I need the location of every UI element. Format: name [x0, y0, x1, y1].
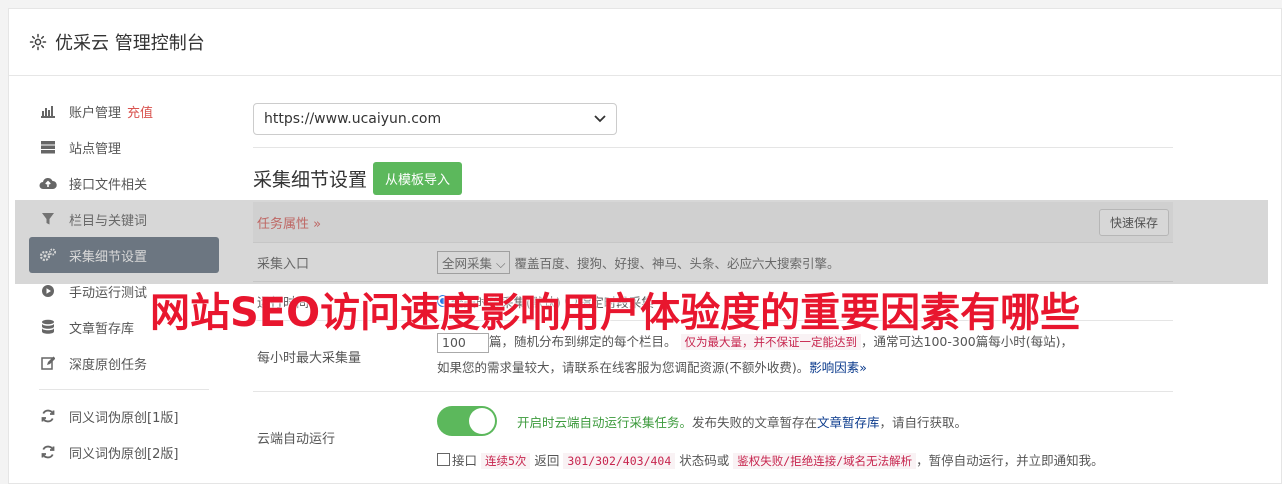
gears-icon	[39, 246, 57, 264]
sidebar-item-synonym-v1[interactable]: 同义词伪原创[1版]	[29, 398, 219, 434]
sidebar-item-label: 文章暂存库	[69, 321, 135, 337]
entry-description: 覆盖百度、搜狗、好搜、神马、头条、必应六大搜索引擎。	[514, 255, 840, 271]
section-title: 采集细节设置	[253, 168, 368, 191]
sidebar-item-label: 站点管理	[69, 141, 122, 157]
cloud-auto-toggle[interactable]	[437, 406, 497, 436]
code-errors: 鉴权失败/拒绝连接/域名无法解析	[733, 453, 917, 469]
max-line-2: 如果您的需求量较大，请联系在线客服为您调配资源(不额外收费)。影响因素»	[437, 355, 1173, 381]
chevron-down-double-icon: »	[859, 360, 867, 375]
cloud-c1: 接口	[452, 453, 478, 468]
console-frame: 优采云 管理控制台 账户管理 充值 站点管理 接口文件相关 栏目与关键词 采集细…	[8, 8, 1282, 484]
sidebar-item-label: 账户管理	[69, 105, 122, 121]
code-status: 301/302/403/404	[563, 453, 676, 469]
quick-save-button[interactable]: 快速保存	[1098, 208, 1169, 236]
import-template-button[interactable]: 从模板导入	[373, 161, 463, 195]
sidebar-item-label: 同义词伪原创[1版]	[69, 410, 179, 426]
sidebar-item-columns[interactable]: 栏目与关键词	[29, 201, 219, 237]
refresh-icon	[39, 407, 57, 425]
article-store-link[interactable]: 文章暂存库	[817, 412, 880, 431]
sidebar-item-deep-original[interactable]: 深度原创任务	[29, 345, 219, 381]
row-label: 采集入口	[257, 256, 310, 272]
sidebar-item-label: 接口文件相关	[69, 177, 148, 193]
factors-link[interactable]: 影响因素	[809, 360, 859, 375]
bar-chart-icon	[39, 102, 57, 120]
chevron-down-icon	[594, 111, 606, 127]
task-attributes-toggle[interactable]: 任务属性 »	[257, 213, 321, 232]
entry-select-value: 全网采集	[442, 255, 493, 271]
row-entry: 采集入口 全网采集 ⌵ 覆盖百度、搜狗、好搜、神马、头条、必应六大搜索引擎。	[253, 242, 1173, 281]
row-value: 全网采集 ⌵ 覆盖百度、搜狗、好搜、神马、头条、必应六大搜索引擎。	[437, 243, 1173, 281]
sidebar-item-label: 同义词伪原创[2版]	[69, 446, 179, 462]
cloud-text-2: ，请自行获取。	[879, 414, 968, 430]
cloud-on-text: 开启时云端自动运行采集任务。	[517, 414, 693, 430]
sidebar-item-account[interactable]: 账户管理 充值	[29, 93, 219, 129]
page-title: 优采云 管理控制台	[55, 33, 205, 54]
sidebar-item-label: 深度原创任务	[69, 357, 148, 373]
cloud-upload-icon	[39, 174, 57, 192]
sidebar-item-interface[interactable]: 接口文件相关	[29, 165, 219, 201]
database-icon	[39, 318, 57, 336]
cloud-c2: 返回	[534, 453, 560, 468]
sidebar-item-sites[interactable]: 站点管理	[29, 129, 219, 165]
play-circle-icon	[39, 282, 57, 300]
cloud-line-2: 接口 连续5次 返回 301/302/403/404 状态码或 鉴权失败/拒绝连…	[437, 450, 1173, 469]
max-text-3: 如果您的需求量较大，请联系在线客服为您调配资源(不额外收费)。	[437, 360, 810, 375]
task-attributes-bar: 任务属性 » 快速保存	[253, 202, 1173, 242]
sidebar-item-label: 栏目与关键词	[69, 213, 148, 229]
sidebar-item-label: 手动运行测试	[69, 285, 148, 301]
cloud-text: 发布失败的文章暂存在	[692, 414, 818, 430]
sidebar-item-synonym-v2[interactable]: 同义词伪原创[2版]	[29, 434, 219, 470]
filter-icon	[39, 210, 57, 228]
site-select[interactable]: https://www.ucaiyun.com	[253, 103, 617, 135]
sidebar-item-label: 采集细节设置	[69, 249, 148, 265]
section-header: 采集细节设置 从模板导入	[253, 161, 1173, 195]
site-select-value: https://www.ucaiyun.com	[264, 111, 442, 127]
recharge-link[interactable]: 充值	[127, 102, 153, 121]
edit-icon	[39, 354, 57, 372]
entry-select[interactable]: 全网采集 ⌵	[437, 250, 511, 274]
gear-icon	[29, 33, 47, 51]
article-title-overlay: 网站SEO访问速度影响用户体验度的重要因素有哪些	[150, 290, 1081, 336]
divider	[253, 147, 1173, 148]
cloud-c4: ，暂停自动运行，并立即通知我。	[916, 453, 1104, 468]
cloud-c3: 状态码或	[679, 453, 730, 468]
header: 优采云 管理控制台	[9, 9, 1281, 76]
refresh-icon	[39, 443, 57, 461]
row-cloud-auto: 云端自动运行 开启时云端自动运行采集任务。 发布失败的文章暂存在 文章暂存库 ，请自…	[253, 391, 1173, 482]
notify-checkbox[interactable]	[437, 453, 450, 466]
row-label: 云端自动运行	[257, 431, 336, 447]
cloud-line-1: 开启时云端自动运行采集任务。 发布失败的文章暂存在 文章暂存库 ，请自行获取。	[437, 406, 1173, 436]
code-consecutive: 连续5次	[481, 453, 531, 469]
toggle-knob	[469, 408, 495, 434]
sidebar-divider	[39, 389, 209, 390]
server-icon	[39, 138, 57, 156]
row-value: 开启时云端自动运行采集任务。 发布失败的文章暂存在 文章暂存库 ，请自行获取。 接口…	[437, 392, 1173, 482]
sidebar-item-collect-settings[interactable]: 采集细节设置	[29, 237, 219, 273]
